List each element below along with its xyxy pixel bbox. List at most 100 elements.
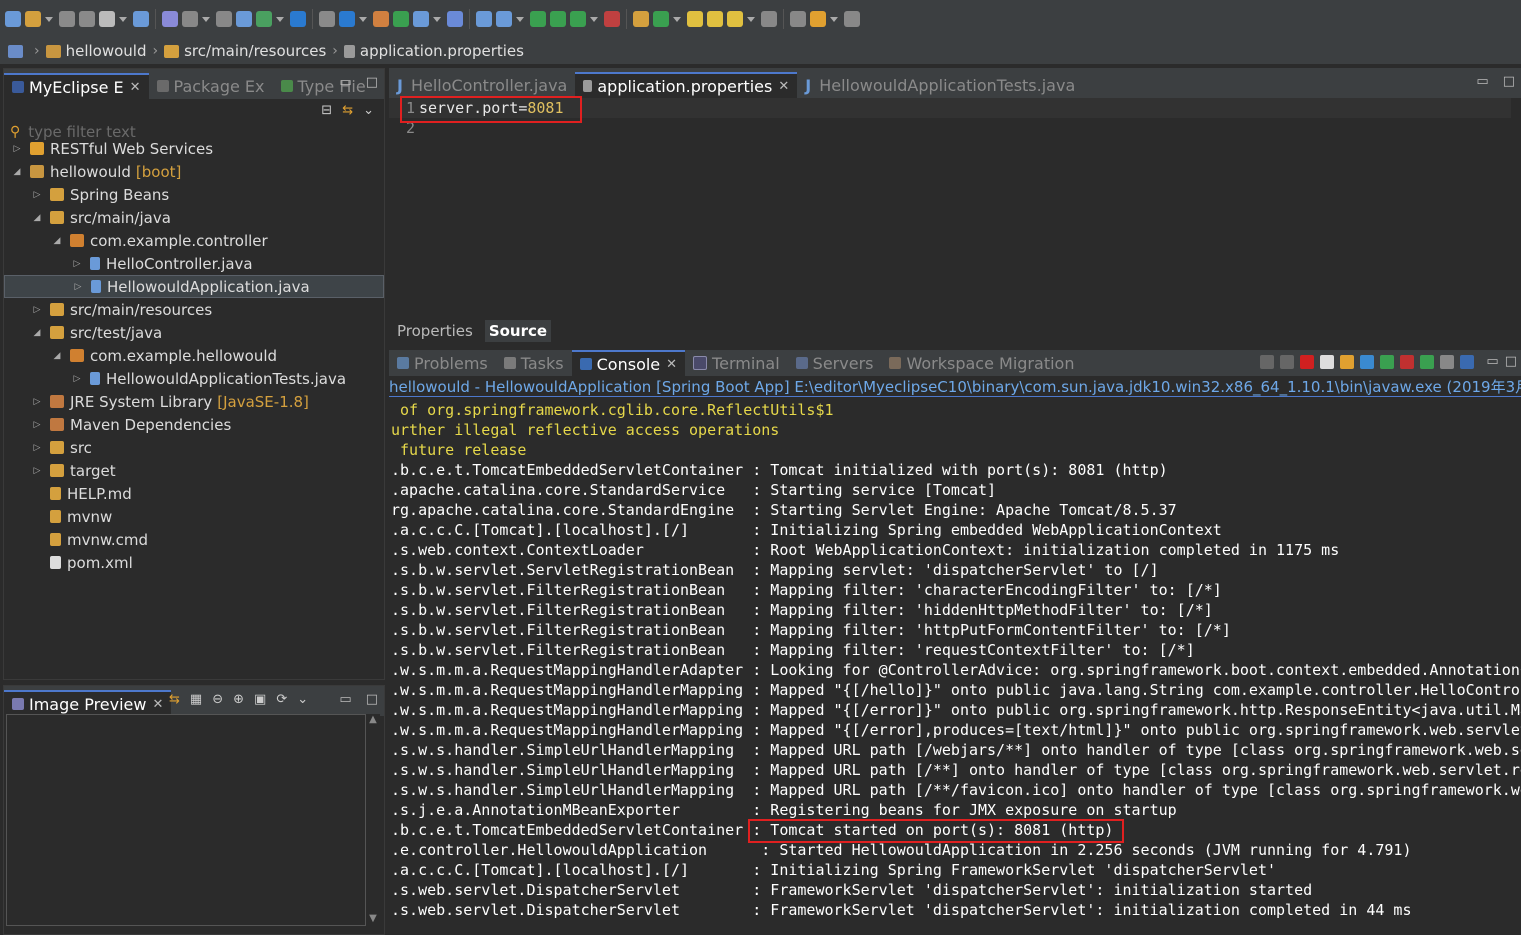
package-icon[interactable] bbox=[256, 11, 272, 27]
refresh-icon[interactable] bbox=[393, 11, 409, 27]
tab-workspace-migration[interactable]: Workspace Migration bbox=[881, 350, 1082, 376]
terminate-icon[interactable] bbox=[1300, 354, 1315, 369]
clear-console-icon[interactable] bbox=[1320, 354, 1335, 369]
tree-item[interactable]: ▷ src/main/resources bbox=[4, 298, 384, 321]
maximize-icon[interactable]: □ bbox=[366, 692, 378, 707]
collapsed-icon[interactable]: ▷ bbox=[32, 305, 42, 315]
tree-item[interactable]: ◢ src/test/java bbox=[4, 321, 384, 344]
tab-hellowouldapplicationtests[interactable]: J HellowouldApplicationTests.java bbox=[797, 72, 1083, 98]
minimize-icon[interactable]: ▭ bbox=[339, 75, 351, 90]
tree-item[interactable]: ◢ com.example.hellowould bbox=[4, 344, 384, 367]
scroll-lock-icon[interactable] bbox=[1340, 354, 1355, 369]
tab-package-explorer[interactable]: Package Ex bbox=[149, 73, 273, 99]
scroll-up-icon[interactable]: ▲ bbox=[366, 714, 380, 725]
tab-servers[interactable]: Servers bbox=[788, 350, 882, 376]
tree-item[interactable]: ◢ hellowould [boot] bbox=[4, 160, 384, 183]
tab-tasks[interactable]: Tasks bbox=[496, 350, 572, 376]
dropdown-arrow-icon[interactable] bbox=[45, 16, 53, 22]
close-icon[interactable]: ✕ bbox=[666, 357, 677, 372]
expanded-icon[interactable]: ◢ bbox=[32, 328, 42, 338]
expanded-icon[interactable]: ◢ bbox=[32, 213, 42, 223]
tab-image-preview[interactable]: Image Preview ✕ bbox=[4, 690, 172, 716]
maximize-icon[interactable]: □ bbox=[1503, 74, 1515, 89]
collapsed-icon[interactable]: ▷ bbox=[32, 443, 42, 453]
run-icon[interactable] bbox=[550, 11, 566, 27]
breadcrumb-folder[interactable]: src/main/resources bbox=[184, 42, 326, 60]
show-stderr-icon[interactable] bbox=[1400, 354, 1415, 369]
nav-back-icon[interactable] bbox=[790, 11, 806, 27]
dropdown-arrow-icon[interactable] bbox=[119, 16, 127, 22]
new-icon[interactable] bbox=[5, 11, 21, 27]
expanded-icon[interactable]: ◢ bbox=[12, 167, 22, 177]
save-all-icon[interactable] bbox=[79, 11, 95, 27]
redo-icon[interactable] bbox=[216, 11, 232, 27]
collapsed-icon[interactable]: ▷ bbox=[32, 397, 42, 407]
tab-properties[interactable]: Properties bbox=[393, 320, 477, 342]
close-icon[interactable]: ✕ bbox=[152, 697, 163, 712]
code-editor[interactable]: 1 server.port = 8081 2 bbox=[389, 98, 1521, 316]
deploy-icon[interactable] bbox=[236, 11, 252, 27]
close-icon[interactable]: ✕ bbox=[778, 79, 789, 94]
search-icon[interactable] bbox=[727, 11, 743, 27]
breadcrumb-project[interactable]: hellowould bbox=[66, 42, 147, 60]
scroll-down-icon[interactable]: ▼ bbox=[366, 913, 380, 924]
tab-source[interactable]: Source bbox=[484, 320, 552, 342]
tree-item[interactable]: mvnw.cmd bbox=[4, 528, 384, 551]
zoom-in-icon[interactable]: ⊕ bbox=[233, 692, 244, 707]
dropdown-arrow-icon[interactable] bbox=[747, 16, 755, 22]
tree-item[interactable]: ▷ target bbox=[4, 459, 384, 482]
dropdown-arrow-icon[interactable] bbox=[516, 16, 524, 22]
sync-icon[interactable]: ⇆ bbox=[169, 692, 180, 707]
collapsed-icon[interactable]: ▷ bbox=[72, 374, 82, 384]
annotation-icon[interactable] bbox=[761, 11, 777, 27]
tab-terminal[interactable]: Terminal bbox=[685, 350, 788, 376]
undo-icon[interactable] bbox=[182, 11, 198, 27]
breadcrumb-file[interactable]: application.properties bbox=[360, 42, 524, 60]
template-icon[interactable] bbox=[339, 11, 355, 27]
tab-problems[interactable]: Problems bbox=[389, 350, 496, 376]
display-console-icon[interactable] bbox=[1440, 354, 1455, 369]
tree-item[interactable]: HELP.md bbox=[4, 482, 384, 505]
open-type-icon[interactable] bbox=[707, 11, 723, 27]
build-icon[interactable] bbox=[633, 11, 649, 27]
trash-icon[interactable] bbox=[1260, 354, 1275, 369]
view-menu-icon[interactable]: ⌄ bbox=[363, 103, 374, 118]
tree-item[interactable]: ▷ HellowouldApplication.java bbox=[4, 275, 384, 298]
minimize-icon[interactable]: ▭ bbox=[1486, 354, 1498, 369]
rotate-icon[interactable]: ⟳ bbox=[276, 692, 287, 707]
expanded-icon[interactable]: ◢ bbox=[52, 236, 62, 246]
collapsed-icon[interactable]: ▷ bbox=[32, 420, 42, 430]
globe-icon[interactable] bbox=[476, 11, 492, 27]
tree-item[interactable]: ▷ JRE System Library [JavaSE-1.8] bbox=[4, 390, 384, 413]
tree-item[interactable]: mvnw bbox=[4, 505, 384, 528]
collapsed-icon[interactable]: ▷ bbox=[32, 190, 42, 200]
tree-item[interactable]: ▷ Maven Dependencies bbox=[4, 413, 384, 436]
close-icon[interactable]: ✕ bbox=[130, 80, 141, 95]
tab-console[interactable]: Console ✕ bbox=[571, 350, 686, 376]
publish-icon[interactable] bbox=[162, 11, 178, 27]
fit-icon[interactable]: ▦ bbox=[190, 692, 202, 707]
new-class-icon[interactable] bbox=[653, 11, 669, 27]
dropdown-arrow-icon[interactable] bbox=[830, 16, 838, 22]
debug-icon[interactable] bbox=[530, 11, 546, 27]
console-output[interactable]: of org.springframework.cglib.core.Reflec… bbox=[389, 400, 1521, 935]
view-menu-icon[interactable]: ⌄ bbox=[297, 692, 308, 707]
dropdown-arrow-icon[interactable] bbox=[359, 16, 367, 22]
tab-hellocontroller[interactable]: J HelloController.java bbox=[389, 72, 575, 98]
scrollbar[interactable]: ▲ ▼ bbox=[366, 714, 380, 924]
profile-icon[interactable] bbox=[99, 11, 115, 27]
open-console-icon[interactable] bbox=[1460, 354, 1475, 369]
terminal-icon[interactable] bbox=[290, 11, 306, 27]
collapsed-icon[interactable]: ▷ bbox=[72, 259, 82, 269]
maximize-icon[interactable]: □ bbox=[366, 75, 378, 90]
tree-item[interactable]: ▷ src bbox=[4, 436, 384, 459]
save-icon[interactable] bbox=[59, 11, 75, 27]
tree-item[interactable]: ▷ Spring Beans bbox=[4, 183, 384, 206]
tab-application-properties[interactable]: application.properties ✕ bbox=[575, 72, 798, 98]
tree-item[interactable]: ▷ RESTful Web Services bbox=[4, 137, 384, 160]
expanded-icon[interactable]: ◢ bbox=[52, 351, 62, 361]
open-folder-icon[interactable] bbox=[687, 11, 703, 27]
minimize-icon[interactable]: ▭ bbox=[1476, 74, 1488, 89]
new-wizard-icon[interactable] bbox=[25, 11, 41, 27]
palette-icon[interactable] bbox=[373, 11, 389, 27]
